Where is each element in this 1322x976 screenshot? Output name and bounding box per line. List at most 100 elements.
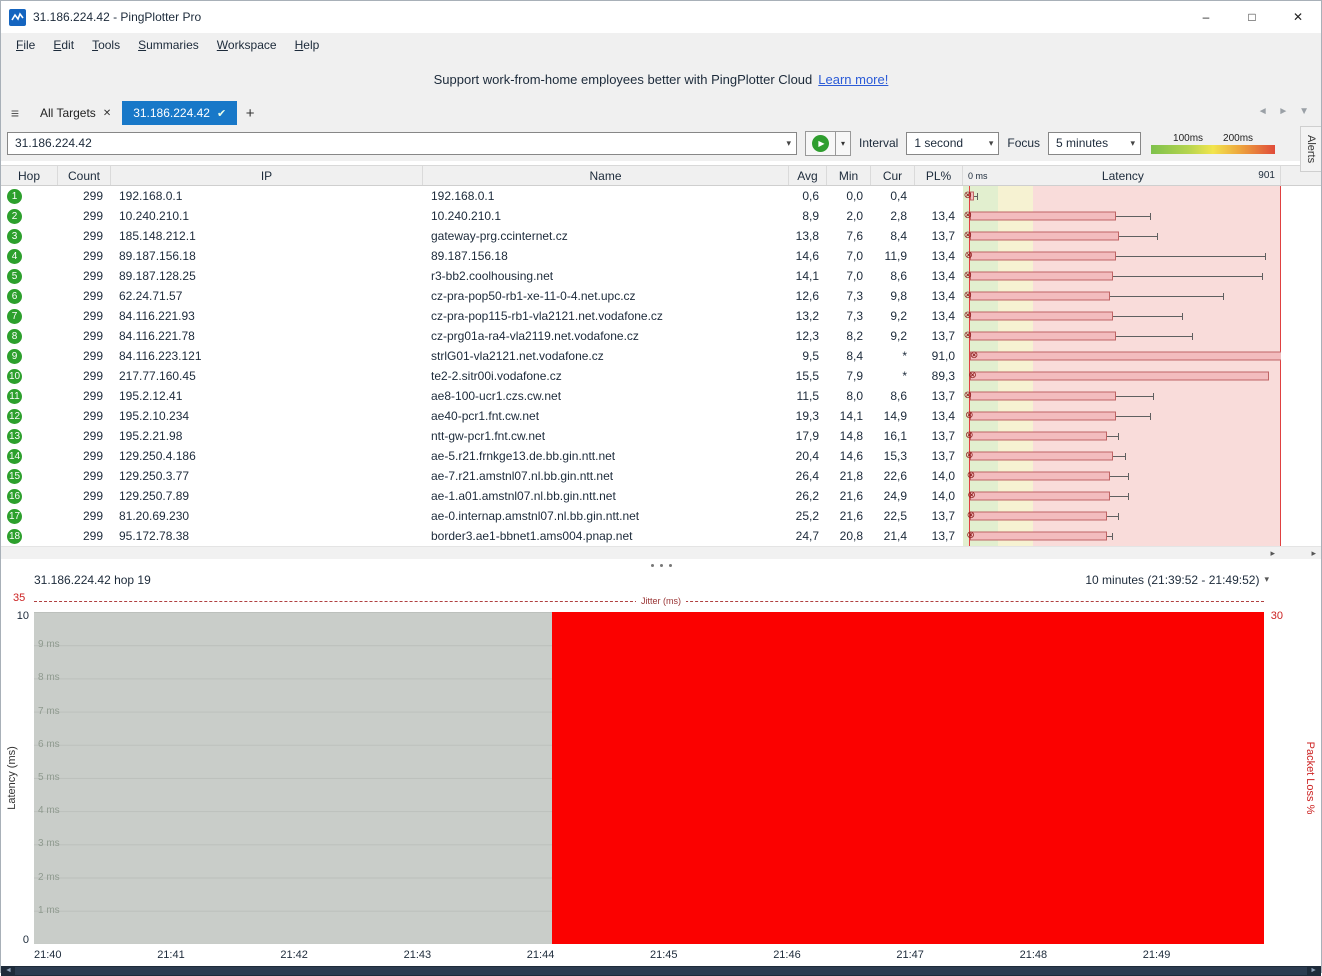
trace-options-dropdown[interactable]: ▾ [836, 131, 851, 156]
hamburger-icon[interactable]: ≡ [1, 101, 29, 125]
name-cell: strlG01-vla2121.net.vodafone.cz [423, 349, 789, 363]
maximize-button[interactable]: □ [1229, 1, 1275, 33]
check-icon: ✔ [217, 107, 226, 120]
latency-minigraph: ⊗ [963, 226, 1281, 246]
tab-target-active[interactable]: 31.186.224.42 ✔ [122, 101, 237, 125]
hop-number-badge: 5 [7, 269, 22, 284]
interval-combobox[interactable]: 1 second ▾ [906, 132, 999, 155]
menubar: FileEditToolsSummariesWorkspaceHelp [1, 33, 1321, 57]
hop-number-badge: 13 [7, 429, 22, 444]
table-row[interactable]: 1299192.168.0.1192.168.0.10,60,00,4⊗ [1, 186, 1321, 206]
scroll-left-icon[interactable]: ◄ [5, 966, 12, 976]
gridline-label: 6 ms [38, 739, 60, 750]
graph-scrollbar-thumb[interactable] [15, 967, 1307, 975]
header-min[interactable]: Min [827, 166, 871, 185]
time-graph[interactable]: 10 0 Latency (ms) 9 ms8 ms7 ms6 ms5 ms4 … [1, 610, 1321, 946]
header-ip[interactable]: IP [111, 166, 423, 185]
graph-scrollbar[interactable]: ◄ ► [1, 966, 1321, 976]
x-axis: 21:4021:4121:4221:4321:4421:4521:4621:47… [1, 946, 1321, 966]
avg-cell: 19,3 [789, 409, 827, 423]
cur-cell: 16,1 [871, 429, 915, 443]
promo-text: Support work-from-home employees better … [434, 72, 813, 87]
hop-cell: 9 [1, 348, 58, 364]
menu-item-edit[interactable]: Edit [44, 36, 83, 54]
tab-label: All Targets [40, 106, 96, 120]
header-name[interactable]: Name [423, 166, 789, 185]
table-row[interactable]: 1729981.20.69.230ae-0.internap.amstnl07.… [1, 506, 1321, 526]
table-row[interactable]: 3299185.148.212.1gateway-prg.ccinternet.… [1, 226, 1321, 246]
tab-scroll-arrows[interactable]: ◄ ► ▼ [1258, 106, 1313, 117]
chevron-down-icon: ▾ [1131, 138, 1136, 149]
graph-edge-line [1280, 506, 1281, 526]
name-cell: border3.ae1-bbnet1.ams004.pnap.net [423, 529, 789, 543]
table-row[interactable]: 229910.240.210.110.240.210.18,92,02,813,… [1, 206, 1321, 226]
latency-minigraph: ⊗ [963, 326, 1281, 346]
pl-cell: 13,7 [915, 429, 963, 443]
gridline-label: 2 ms [38, 872, 60, 883]
header-pl[interactable]: PL% [915, 166, 963, 185]
menu-item-summaries[interactable]: Summaries [129, 36, 208, 54]
name-cell: ae8-100-ucr1.czs.cw.net [423, 389, 789, 403]
scroll-right-icon[interactable]: ► [1310, 966, 1317, 976]
table-row[interactable]: 529989.187.128.25r3-bb2.coolhousing.net1… [1, 266, 1321, 286]
time-range-selector[interactable]: 10 minutes (21:39:52 - 21:49:52) ▾ [1085, 573, 1321, 587]
header-avg[interactable]: Avg [789, 166, 827, 185]
focus-combobox[interactable]: 5 minutes ▾ [1048, 132, 1141, 155]
close-button[interactable]: ✕ [1275, 1, 1321, 33]
table-row[interactable]: 15299129.250.3.77ae-7.r21.amstnl07.nl.bb… [1, 466, 1321, 486]
hop-number-badge: 16 [7, 489, 22, 504]
table-row[interactable]: 1829995.172.78.38border3.ae1-bbnet1.ams0… [1, 526, 1321, 546]
window-controls: – □ ✕ [1183, 1, 1321, 33]
table-row[interactable]: 629962.24.71.57cz-pra-pop50-rb1-xe-11-0-… [1, 286, 1321, 306]
scroll-right-icon[interactable]: ▸ [1311, 547, 1316, 560]
latency-minigraph: ⊗ [963, 346, 1281, 366]
graph-edge-line [1280, 206, 1281, 226]
table-row[interactable]: 929984.116.223.121strlG01-vla2121.net.vo… [1, 346, 1321, 366]
cur-cell: 22,6 [871, 469, 915, 483]
avg-cell: 12,3 [789, 329, 827, 343]
latency-bar [970, 252, 1116, 261]
header-count[interactable]: Count [58, 166, 111, 185]
menu-item-workspace[interactable]: Workspace [208, 36, 286, 54]
hop-cell: 16 [1, 488, 58, 504]
table-row[interactable]: 13299195.2.21.98ntt-gw-pcr1.fnt.cw.net17… [1, 426, 1321, 446]
hop-cell: 1 [1, 188, 58, 204]
header-hop[interactable]: Hop [1, 166, 58, 185]
minimize-button[interactable]: – [1183, 1, 1229, 33]
count-cell: 299 [58, 529, 111, 543]
table-row[interactable]: 11299195.2.12.41ae8-100-ucr1.czs.cw.net1… [1, 386, 1321, 406]
menu-item-help[interactable]: Help [286, 36, 329, 54]
alerts-side-tab[interactable]: Alerts [1300, 126, 1321, 172]
table-row[interactable]: 14299129.250.4.186ae-5.r21.frnkge13.de.b… [1, 446, 1321, 466]
latency-bar [970, 432, 1107, 441]
scroll-right-icon[interactable]: ▸ [1270, 547, 1275, 560]
table-row[interactable]: 16299129.250.7.89ae-1.a01.amstnl07.nl.bb… [1, 486, 1321, 506]
table-row[interactable]: 829984.116.221.78cz-prg01a-ra4-vla2119.n… [1, 326, 1321, 346]
start-trace-button[interactable]: ▶ [805, 131, 836, 156]
pane-splitter-handle[interactable] [1, 559, 1321, 571]
header-latency[interactable]: 0 ms Latency 901 [963, 166, 1281, 185]
graph-edge-line [1280, 366, 1281, 386]
table-row[interactable]: 729984.116.221.93cz-pra-pop115-rb1-vla21… [1, 306, 1321, 326]
ip-cell: 95.172.78.38 [111, 529, 423, 543]
min-cell: 0,0 [827, 189, 871, 203]
close-tab-icon[interactable]: ✕ [103, 108, 111, 119]
table-horizontal-scrollbar[interactable]: ▸ ▸ [1, 546, 1321, 559]
header-cur[interactable]: Cur [871, 166, 915, 185]
target-toolbar: 31.186.224.42 ▾ ▶ ▾ Interval 1 second ▾ … [1, 125, 1321, 161]
menu-item-file[interactable]: File [7, 36, 44, 54]
name-cell: cz-prg01a-ra4-vla2119.net.vodafone.cz [423, 329, 789, 343]
count-cell: 299 [58, 349, 111, 363]
table-row[interactable]: 429989.187.156.1889.187.156.1814,67,011,… [1, 246, 1321, 266]
count-cell: 299 [58, 329, 111, 343]
menu-item-tools[interactable]: Tools [83, 36, 129, 54]
plot-area[interactable]: 9 ms8 ms7 ms6 ms5 ms4 ms3 ms2 ms1 ms [34, 612, 1264, 944]
legend-low-label: 100ms [1173, 133, 1203, 144]
new-tab-button[interactable]: + [237, 101, 263, 125]
pl-cell: 13,7 [915, 449, 963, 463]
table-row[interactable]: 10299217.77.160.45te2-2.sitr00i.vodafone… [1, 366, 1321, 386]
table-row[interactable]: 12299195.2.10.234ae40-pcr1.fnt.cw.net19,… [1, 406, 1321, 426]
learn-more-link[interactable]: Learn more! [818, 72, 888, 87]
tab-all-targets[interactable]: All Targets ✕ [29, 101, 122, 125]
target-address-combobox[interactable]: 31.186.224.42 ▾ [7, 132, 797, 155]
